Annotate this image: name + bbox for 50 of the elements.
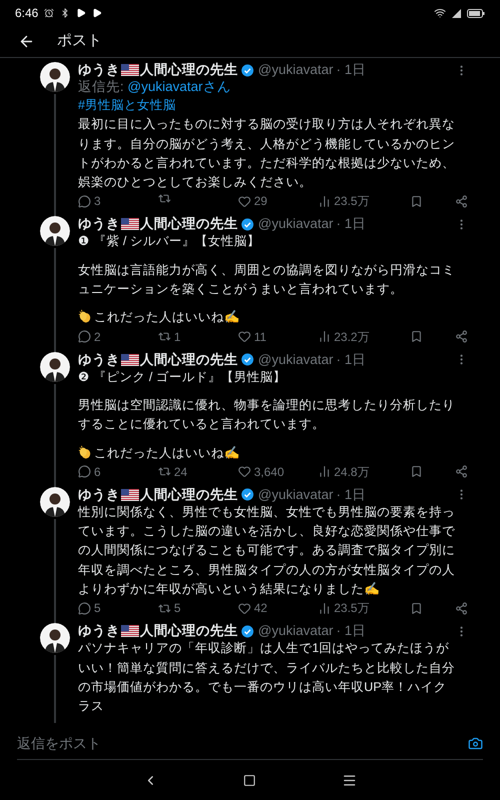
reply-button[interactable]: 6 xyxy=(78,462,101,481)
post-text: 女性脳は言語能力が高く、周囲との協調を図りながら円滑なコミュニケーションを築くことがうまいと言われています。 xyxy=(78,262,455,296)
like-button[interactable]: 29 xyxy=(238,192,268,210)
views-button[interactable]: 23.5万 xyxy=(318,192,370,210)
post-time: · 1日 xyxy=(336,62,366,78)
reply-button[interactable]: 3 xyxy=(78,192,101,210)
post-time: · 1日 xyxy=(336,486,366,503)
views-button[interactable]: 24.8万 xyxy=(318,462,370,481)
post-text: これだった人はいいね✍ xyxy=(94,446,240,460)
post-text: 男性脳は空間認識に優れ、物事を論理的に思考したり分析したりすることに優れていると言われています。 xyxy=(78,398,455,432)
author-handle[interactable]: @yukiavatar xyxy=(258,62,334,78)
author-name[interactable]: 人間心理の先生 xyxy=(140,352,238,368)
repost-button[interactable]: 1 xyxy=(158,328,181,346)
author-handle[interactable]: @yukiavatar xyxy=(258,486,334,503)
like-button[interactable]: 11 xyxy=(238,328,266,346)
author-name[interactable]: ゆうき xyxy=(78,62,120,78)
post-text: これだった人はいいね✍ xyxy=(94,310,240,324)
post-text: ❷ 『ピンク / ゴールド』【男性脳】 xyxy=(78,370,286,384)
author-handle[interactable]: @yukiavatar xyxy=(258,352,334,368)
like-button[interactable]: 42 xyxy=(238,599,268,618)
post-text: パソナキャリアの「年収診断」は人生で1回はやってみたほうがいい！簡単な質問に答えるだけで、ライバルたちと比較した自分の市場価値がわかる。でも一番のウリは高い年収UP率！ハイクラス xyxy=(78,641,455,714)
reply-button[interactable]: 5 xyxy=(78,599,101,618)
repost-button[interactable]: 5 xyxy=(158,599,181,618)
views-button[interactable]: 23.5万 xyxy=(318,599,370,618)
author-handle[interactable]: @yukiavatar xyxy=(258,216,334,232)
post-time: · 1日 xyxy=(336,352,366,368)
like-button[interactable]: 3,640 xyxy=(238,462,284,481)
reply-field[interactable]: 返信をポスト xyxy=(17,733,468,754)
author-name[interactable]: 人間心理の先生 xyxy=(140,486,238,503)
reply-to-label: 返信先: xyxy=(78,79,124,94)
author-name[interactable]: ゆうき xyxy=(78,216,120,232)
post-text: 最初に目に入ったものに対する脳の受け取り方は人それぞれ異なります。自分の脳がどう考え、人格がどう機能しているかのヒントがわかると言われています。ただ科学的な根拠は少ないため、娯楽のひとつとしてお楽しみください。 xyxy=(78,117,455,190)
author-name[interactable]: ゆうき xyxy=(78,486,120,503)
author-name[interactable]: 人間心理の先生 xyxy=(140,623,238,640)
post-time: · 1日 xyxy=(336,623,366,640)
author-name[interactable]: ゆうき xyxy=(78,623,120,640)
author-handle[interactable]: @yukiavatar xyxy=(258,623,334,640)
author-name[interactable]: 人間心理の先生 xyxy=(140,216,238,232)
post-text: 性別に関係なく、男性でも女性脳、女性でも男性脳の要素を持っています。こうした脳の違いを活かし、良好な恋愛関係や仕事での人間関係につなげることも可能です。ある調査で脳タイプ別に年収を調べたところ、男性脳タイプの人の方が女性脳タイプの人よりわずかに年収が高いという結果になりました✍ xyxy=(78,504,455,596)
status-time: 6:46 xyxy=(15,5,38,22)
post-text: ❶ 『紫 / シルバー』【女性脳】 xyxy=(78,234,260,248)
views-button[interactable]: 23.2万 xyxy=(318,328,370,346)
author-name[interactable]: 人間心理の先生 xyxy=(140,62,238,78)
repost-button[interactable]: 24 xyxy=(158,462,188,481)
page-title: ポスト xyxy=(57,31,102,52)
post-time: · 1日 xyxy=(336,216,366,232)
hashtag-link[interactable]: #男性脳と女性脳 xyxy=(78,98,176,112)
reply-to-link[interactable]: @yukiavatarさん xyxy=(128,79,231,94)
author-name[interactable]: ゆうき xyxy=(78,352,120,368)
reply-button[interactable]: 2 xyxy=(78,328,101,346)
